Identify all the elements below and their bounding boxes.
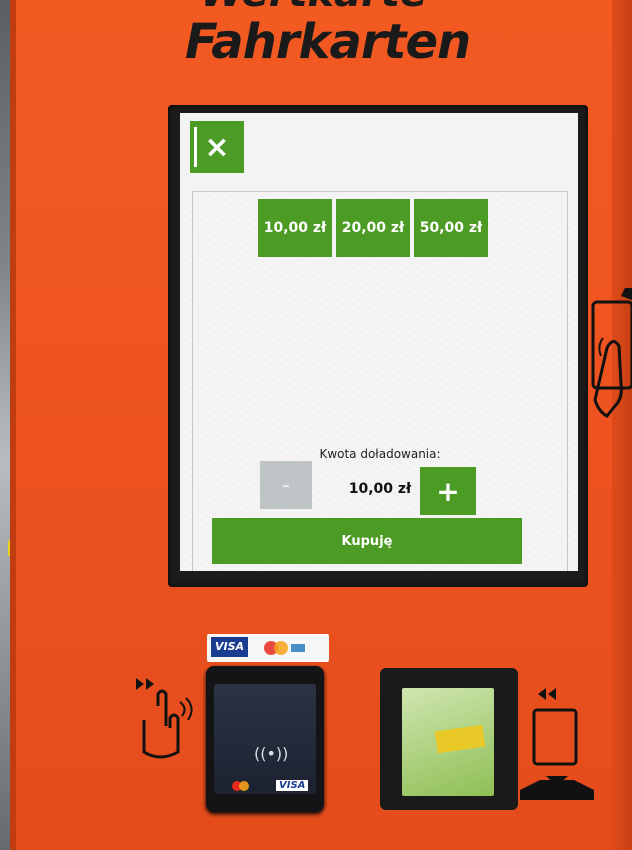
card-reader[interactable]: ((•)) VISA <box>206 666 324 812</box>
close-button-accent <box>194 127 197 167</box>
card-graphic <box>434 724 486 754</box>
visa-logo: VISA <box>211 637 249 657</box>
machine-header-title: Fahrkarten <box>185 14 471 70</box>
amount-option-50[interactable]: 50,00 zł <box>414 199 488 257</box>
decrease-amount-button[interactable]: - <box>260 461 312 509</box>
reader-mastercard-icon <box>232 781 249 791</box>
topup-amount-label: Kwota doładowania: <box>319 447 441 461</box>
touch-screen: × 10,00 zł 20,00 zł 50,00 zł Kwota doład… <box>180 113 578 571</box>
close-button[interactable]: × <box>190 121 244 173</box>
inserted-card <box>402 688 494 796</box>
contactless-icon: ((•)) <box>254 744 289 763</box>
amount-option-10[interactable]: 10,00 zł <box>258 199 332 257</box>
amount-option-20[interactable]: 20,00 zł <box>336 199 410 257</box>
reader-visa-logo: VISA <box>276 780 309 791</box>
tap-card-icon <box>136 678 193 759</box>
card-reader-panel: ((•)) VISA <box>214 684 316 794</box>
accepted-cards-sticker: VISA <box>207 634 329 662</box>
increase-amount-button[interactable]: + <box>420 467 476 515</box>
close-icon: × <box>204 129 230 165</box>
touch-screen-icon <box>591 288 632 418</box>
mastercard-logo <box>264 641 305 655</box>
card-return-icon <box>520 688 594 800</box>
buy-button[interactable]: Kupuję <box>212 518 522 564</box>
card-slot[interactable] <box>380 668 518 810</box>
